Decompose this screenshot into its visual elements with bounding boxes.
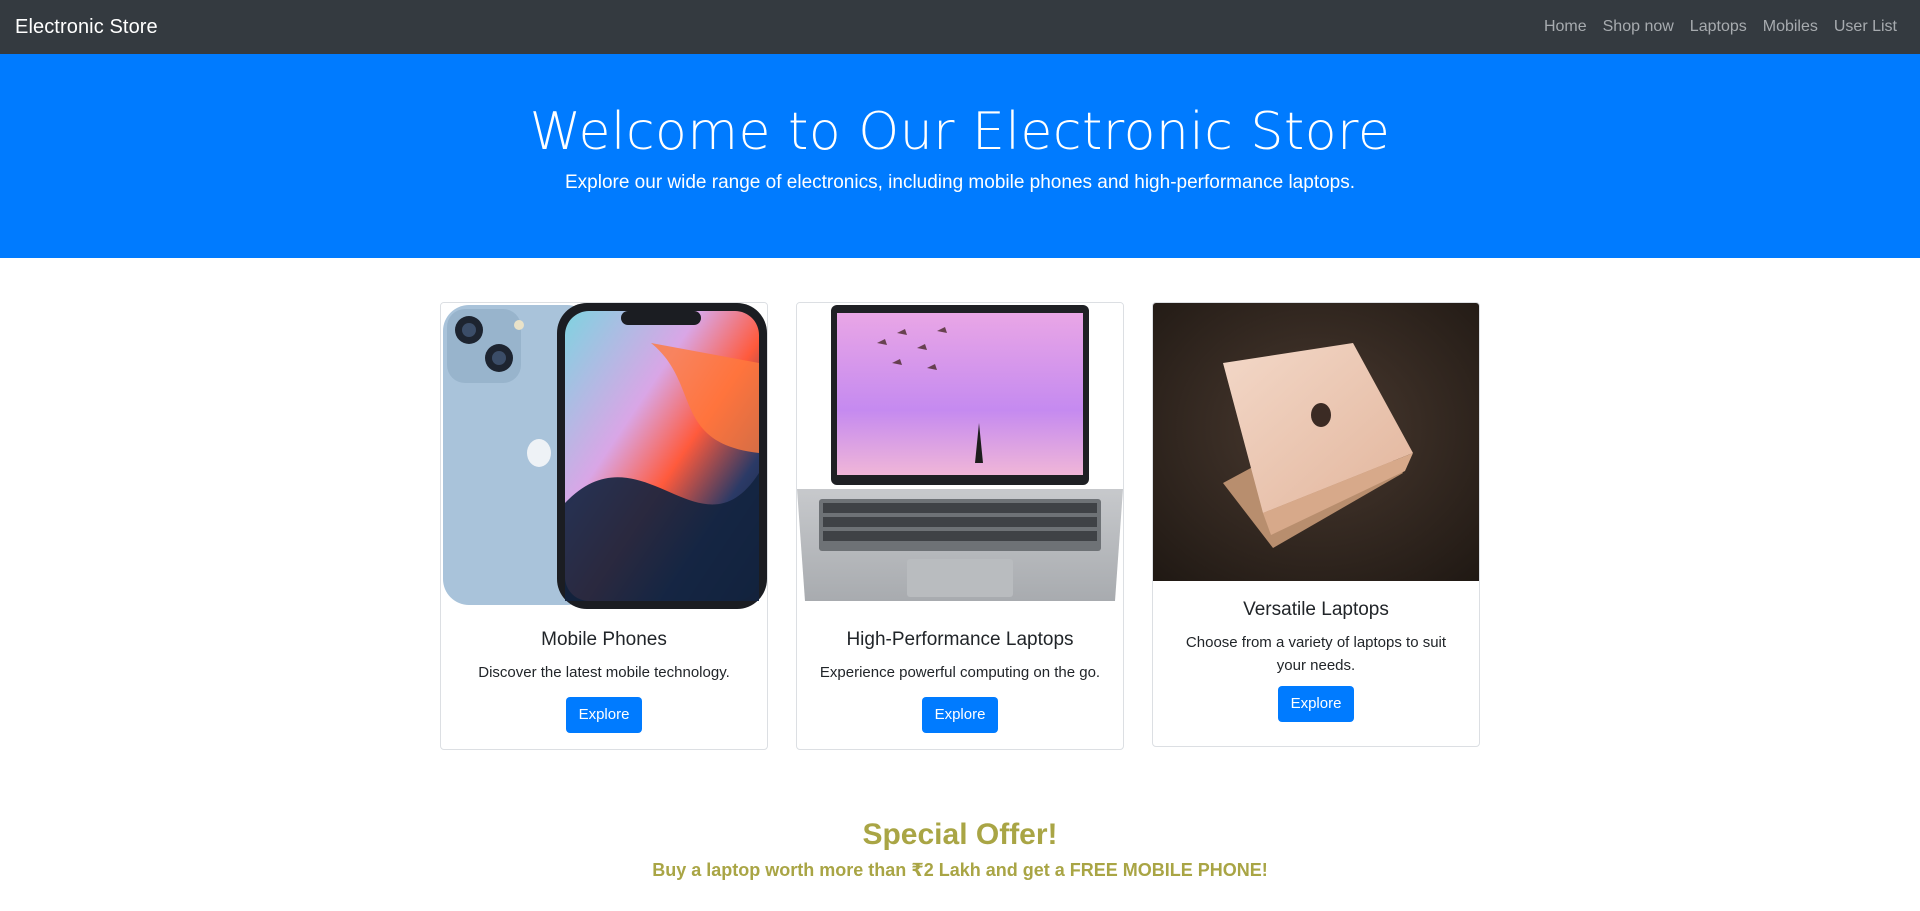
card-versatile-laptops: Versatile Laptops Choose from a variety …	[1152, 302, 1480, 747]
card-title: Versatile Laptops	[1243, 599, 1389, 620]
navbar: Electronic Store Home Shop now Laptops M…	[0, 0, 1920, 54]
explore-button[interactable]: Explore	[1277, 686, 1355, 722]
nav-link-user-list[interactable]: User List	[1826, 18, 1905, 36]
card-title: High-Performance Laptops	[846, 629, 1074, 650]
laptop-image	[797, 303, 1123, 609]
card-high-performance-laptops: High-Performance Laptops Experience powe…	[796, 302, 1124, 750]
macbook-image	[1153, 303, 1479, 581]
nav-links: Home Shop now Laptops Mobiles User List	[1536, 18, 1905, 36]
nav-link-home[interactable]: Home	[1536, 18, 1595, 36]
nav-link-shop-now[interactable]: Shop now	[1595, 18, 1682, 36]
nav-link-mobiles[interactable]: Mobiles	[1755, 18, 1826, 36]
offer-title: Special Offer!	[862, 818, 1058, 851]
card-description: Experience powerful computing on the go.	[819, 664, 1101, 681]
explore-button[interactable]: Explore	[921, 697, 999, 733]
offer-text: Buy a laptop worth more than ₹2 Lakh and…	[652, 860, 1268, 880]
special-offer: Special Offer! Buy a laptop worth more t…	[0, 818, 1920, 881]
hero-title: Welcome to Our Electronic Store	[529, 102, 1391, 162]
card-description: Discover the latest mobile technology.	[478, 664, 730, 681]
card-mobile-phones: Mobile Phones Discover the latest mobile…	[440, 302, 768, 750]
nav-link-laptops[interactable]: Laptops	[1682, 18, 1755, 36]
hero-subtitle: Explore our wide range of electronics, i…	[564, 172, 1356, 193]
hero-banner: Welcome to Our Electronic Store Explore …	[0, 54, 1920, 258]
explore-button[interactable]: Explore	[565, 697, 643, 733]
brand-link[interactable]: Electronic Store	[15, 16, 158, 39]
card-title: Mobile Phones	[541, 629, 667, 650]
card-description: Choose from a variety of laptops to suit…	[1185, 634, 1447, 674]
smartphone-image	[441, 303, 767, 609]
